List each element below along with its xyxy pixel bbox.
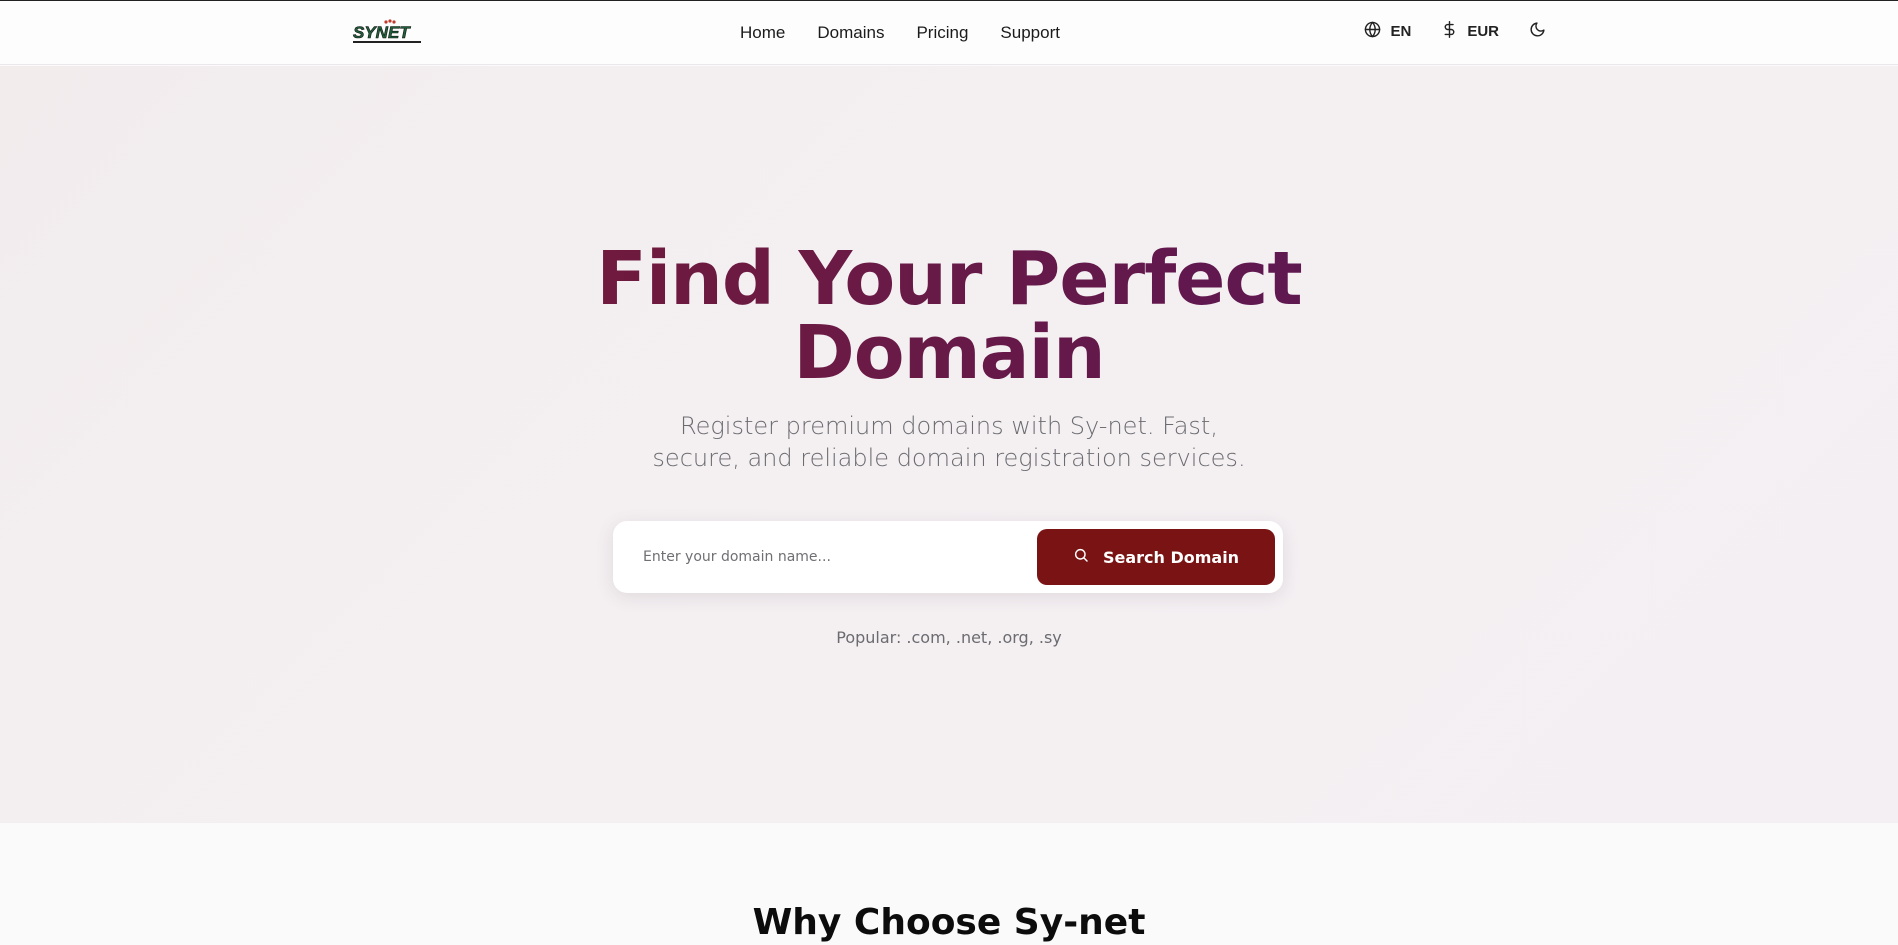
nav-pricing[interactable]: Pricing <box>916 23 968 43</box>
domain-search-box: Search Domain <box>613 521 1283 593</box>
main-nav: Home Domains Pricing Support <box>740 23 1060 43</box>
language-selector[interactable]: EN <box>1364 21 1411 42</box>
search-domain-button[interactable]: Search Domain <box>1037 529 1275 585</box>
popular-tlds: Popular: .com, .net, .org, .sy <box>836 628 1062 647</box>
hero-subtitle: Register premium domains with Sy-net. Fa… <box>652 412 1246 472</box>
why-choose-heading: Why Choose Sy-net <box>752 902 1146 943</box>
theme-toggle[interactable] <box>1529 21 1546 42</box>
hero-title: Find Your Perfect Domain <box>0 242 1898 390</box>
language-label: EN <box>1390 23 1412 40</box>
search-icon <box>1073 547 1089 567</box>
hero-title-line2: Domain <box>793 310 1105 396</box>
site-header: SYNET Home Domains Pricing Support EN EU… <box>0 1 1898 65</box>
currency-label: EUR <box>1467 23 1499 40</box>
nav-home[interactable]: Home <box>740 23 785 43</box>
hero-section: Find Your Perfect Domain Register premiu… <box>0 66 1898 823</box>
nav-domains[interactable]: Domains <box>817 23 884 43</box>
globe-icon <box>1364 21 1381 42</box>
nav-support[interactable]: Support <box>1000 23 1060 43</box>
header-tools: EN EUR <box>1364 21 1546 42</box>
search-button-label: Search Domain <box>1102 547 1240 567</box>
svg-text:SYNET: SYNET <box>353 23 411 42</box>
currency-selector[interactable]: EUR <box>1441 21 1499 42</box>
domain-search-input[interactable] <box>631 537 1021 577</box>
dollar-icon <box>1441 21 1458 42</box>
synet-logo[interactable]: SYNET <box>352 19 424 47</box>
moon-icon <box>1529 21 1546 42</box>
